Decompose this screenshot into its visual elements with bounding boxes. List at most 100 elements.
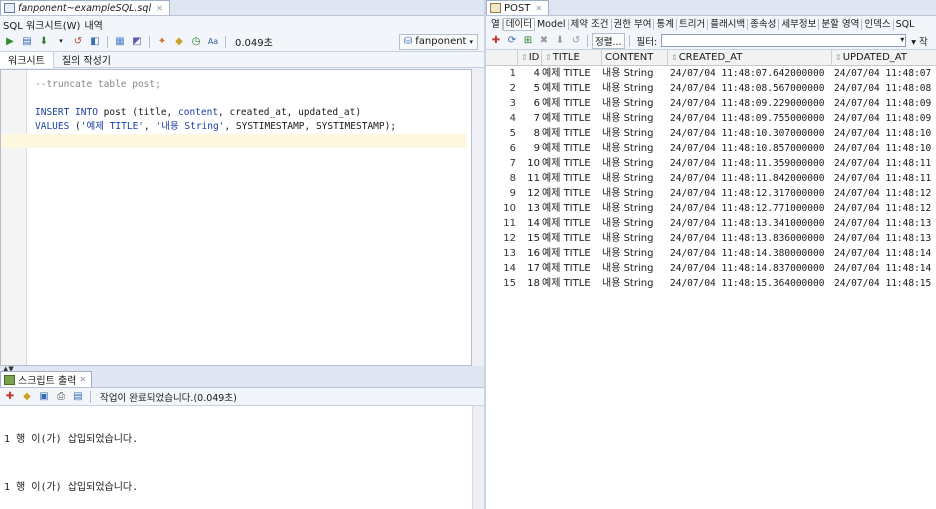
tab-worksheet[interactable]: 워크시트 xyxy=(0,51,54,68)
cell-created-at[interactable]: 24/07/04 11:48:08.567000000 xyxy=(670,81,832,96)
cell-title[interactable]: 예제 TITLE xyxy=(542,276,602,291)
pin-icon[interactable]: ✚ xyxy=(3,390,17,404)
column-header-created-at[interactable]: ⇕CREATED_AT xyxy=(668,50,832,66)
cell-created-at[interactable]: 24/07/04 11:48:12.317000000 xyxy=(670,186,832,201)
cell-id[interactable]: 4 xyxy=(518,66,540,81)
cell-updated-at[interactable]: 24/07/04 11:48:11 xyxy=(834,156,936,171)
cell-updated-at[interactable]: 24/07/04 11:48:13 xyxy=(834,231,936,246)
cell-content[interactable]: 내용 String xyxy=(602,111,668,126)
cell-created-at[interactable]: 24/07/04 11:48:13.836000000 xyxy=(670,231,832,246)
table-row[interactable]: 10 13 예제 TITLE 내용 String 24/07/04 11:48:12.7… xyxy=(486,201,936,216)
cell-updated-at[interactable]: 24/07/04 11:48:14 xyxy=(834,261,936,276)
cell-id[interactable]: 16 xyxy=(518,246,540,261)
row-number[interactable]: 7 xyxy=(486,156,516,171)
row-number[interactable]: 10 xyxy=(486,201,516,216)
row-number[interactable]: 12 xyxy=(486,231,516,246)
cell-id[interactable]: 15 xyxy=(518,231,540,246)
cell-updated-at[interactable]: 24/07/04 11:48:07 xyxy=(834,66,936,81)
cell-id[interactable]: 7 xyxy=(518,111,540,126)
cell-updated-at[interactable]: 24/07/04 11:48:10 xyxy=(834,141,936,156)
cell-id[interactable]: 5 xyxy=(518,81,540,96)
tab-model[interactable]: Model xyxy=(535,18,569,30)
cell-content[interactable]: 내용 String xyxy=(602,81,668,96)
close-icon[interactable]: ✕ xyxy=(535,4,542,13)
cell-title[interactable]: 예제 TITLE xyxy=(542,171,602,186)
table-row[interactable]: 13 16 예제 TITLE 내용 String 24/07/04 11:48:14.3… xyxy=(486,246,936,261)
cell-id[interactable]: 9 xyxy=(518,141,540,156)
cell-id[interactable]: 6 xyxy=(518,96,540,111)
editor-scrollbar[interactable] xyxy=(472,69,484,366)
cell-content[interactable]: 내용 String xyxy=(602,96,668,111)
tab-partitions[interactable]: 분할 영역 xyxy=(819,18,863,30)
cell-updated-at[interactable]: 24/07/04 11:48:11 xyxy=(834,171,936,186)
table-row[interactable]: 14 17 예제 TITLE 내용 String 24/07/04 11:48:14.8… xyxy=(486,261,936,276)
sql-tuning-icon[interactable]: ◩ xyxy=(130,35,144,49)
cell-updated-at[interactable]: 24/07/04 11:48:12 xyxy=(834,186,936,201)
table-row[interactable]: 9 12 예제 TITLE 내용 String 24/07/04 11:48:12.31… xyxy=(486,186,936,201)
row-number[interactable]: 15 xyxy=(486,276,516,291)
tab-dependencies[interactable]: 종속성 xyxy=(748,18,780,30)
tab-query-builder[interactable]: 질의 작성기 xyxy=(54,52,119,68)
cell-title[interactable]: 예제 TITLE xyxy=(542,126,602,141)
table-row[interactable]: 7 10 예제 TITLE 내용 String 24/07/04 11:48:11.35… xyxy=(486,156,936,171)
row-number[interactable]: 9 xyxy=(486,186,516,201)
buffer-icon[interactable]: ▤ xyxy=(71,390,85,404)
cell-content[interactable]: 내용 String xyxy=(602,276,668,291)
output-scrollbar[interactable] xyxy=(472,406,484,509)
cell-title[interactable]: 예제 TITLE xyxy=(542,186,602,201)
row-number[interactable]: 2 xyxy=(486,81,516,96)
actions-menu[interactable]: ▾ 작 xyxy=(911,34,928,48)
row-number[interactable]: 14 xyxy=(486,261,516,276)
table-row[interactable]: 6 9 예제 TITLE 내용 String 24/07/04 11:48:10.857… xyxy=(486,141,936,156)
print-icon[interactable]: ⎙ xyxy=(54,390,68,404)
eraser-icon[interactable]: ◆ xyxy=(20,390,34,404)
cell-id[interactable]: 14 xyxy=(518,216,540,231)
cell-id[interactable]: 10 xyxy=(518,156,540,171)
cell-title[interactable]: 예제 TITLE xyxy=(542,216,602,231)
column-header-content[interactable]: CONTENT xyxy=(602,50,668,66)
cell-updated-at[interactable]: 24/07/04 11:48:12 xyxy=(834,201,936,216)
sort-button[interactable]: 정렬... xyxy=(592,32,625,49)
cell-title[interactable]: 예제 TITLE xyxy=(542,111,602,126)
cell-updated-at[interactable]: 24/07/04 11:48:13 xyxy=(834,216,936,231)
filter-input[interactable]: ▾ xyxy=(661,34,907,47)
commit-icon[interactable]: ⬇ xyxy=(553,34,567,48)
table-row[interactable]: 4 7 예제 TITLE 내용 String 24/07/04 11:48:09.755… xyxy=(486,111,936,126)
rollback-icon[interactable]: ↺ xyxy=(569,34,583,48)
tab-columns[interactable]: 열 xyxy=(489,18,503,30)
cell-content[interactable]: 내용 String xyxy=(602,126,668,141)
table-row[interactable]: 3 6 예제 TITLE 내용 String 24/07/04 11:48:09.229… xyxy=(486,96,936,111)
table-row[interactable]: 11 14 예제 TITLE 내용 String 24/07/04 11:48:13.3… xyxy=(486,216,936,231)
script-output-area[interactable]: 1 행 이(가) 삽입되었습니다. 1 행 이(가) 삽입되었습니다. xyxy=(0,406,484,509)
data-grid[interactable]: ⇕ID ⇕TITLE CONTENT ⇕CREATED_AT ⇕UPDATED_… xyxy=(486,50,936,509)
cell-content[interactable]: 내용 String xyxy=(602,261,668,276)
cell-created-at[interactable]: 24/07/04 11:48:14.837000000 xyxy=(670,261,832,276)
row-number[interactable]: 13 xyxy=(486,246,516,261)
save-icon[interactable]: ▣ xyxy=(37,390,51,404)
cell-created-at[interactable]: 24/07/04 11:48:07.642000000 xyxy=(670,66,832,81)
connection-select[interactable]: ⛁ fanponent ▾ xyxy=(398,33,478,50)
autotrace-icon[interactable]: ▦ xyxy=(113,35,127,49)
cell-content[interactable]: 내용 String xyxy=(602,246,668,261)
row-number[interactable]: 1 xyxy=(486,66,516,81)
cell-title[interactable]: 예제 TITLE xyxy=(542,66,602,81)
cell-content[interactable]: 내용 String xyxy=(602,186,668,201)
cell-updated-at[interactable]: 24/07/04 11:48:14 xyxy=(834,246,936,261)
cell-created-at[interactable]: 24/07/04 11:48:11.842000000 xyxy=(670,171,832,186)
column-header-title[interactable]: ⇕TITLE xyxy=(542,50,602,66)
pin-icon[interactable]: ✚ xyxy=(489,34,503,48)
cell-title[interactable]: 예제 TITLE xyxy=(542,96,602,111)
column-header-id[interactable]: ⇕ID xyxy=(518,50,542,66)
refresh-icon[interactable]: ⟳ xyxy=(505,34,519,48)
run-script-icon[interactable]: ▤ xyxy=(20,35,34,49)
delete-row-icon[interactable]: ✖ xyxy=(537,34,551,48)
cell-content[interactable]: 내용 String xyxy=(602,216,668,231)
row-number[interactable]: 8 xyxy=(486,171,516,186)
cell-updated-at[interactable]: 24/07/04 11:48:10 xyxy=(834,126,936,141)
tab-data[interactable]: 데이터 xyxy=(502,17,535,31)
tab-triggers[interactable]: 트리거 xyxy=(677,18,709,30)
cell-updated-at[interactable]: 24/07/04 11:48:09 xyxy=(834,111,936,126)
cell-id[interactable]: 17 xyxy=(518,261,540,276)
cell-id[interactable]: 11 xyxy=(518,171,540,186)
worksheet-file-tab[interactable]: fanponent~exampleSQL.sql ✕ xyxy=(0,0,170,15)
